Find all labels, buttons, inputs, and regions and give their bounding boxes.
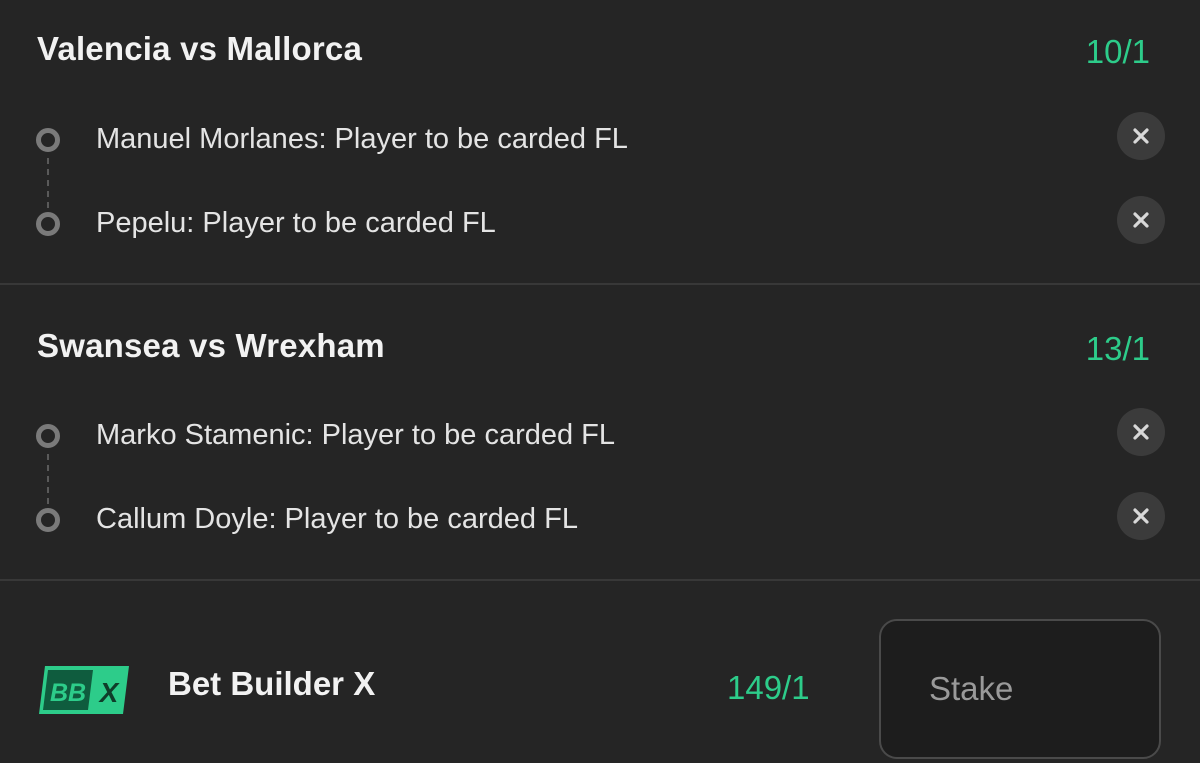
- close-icon: [1133, 212, 1149, 228]
- combined-odds: 149/1: [727, 669, 810, 706]
- close-icon: [1133, 128, 1149, 144]
- leg-dot-icon: [36, 424, 60, 448]
- leg-dot-icon: [36, 508, 60, 532]
- logo-text-bb: BB: [50, 679, 86, 707]
- bet-builder-title: Bet Builder X: [168, 665, 376, 702]
- close-icon: [1133, 508, 1149, 524]
- selection-item: Manuel Morlanes: Player to be carded FL: [0, 110, 1200, 170]
- logo-text-x: X: [98, 677, 121, 708]
- event-group-swansea-wrexham: Swansea vs Wrexham 13/1 Marko Stamenic: …: [0, 285, 1200, 579]
- event-title: Valencia vs Mallorca: [37, 30, 363, 67]
- event-odds: 13/1: [1085, 330, 1150, 367]
- leg-dot-icon: [36, 212, 60, 236]
- selection-label: Manuel Morlanes: Player to be carded FL: [96, 123, 628, 155]
- selection-item: Pepelu: Player to be carded FL: [0, 194, 1200, 254]
- remove-selection-button[interactable]: [1117, 408, 1165, 456]
- selection-item: Marko Stamenic: Player to be carded FL: [0, 406, 1200, 466]
- remove-selection-button[interactable]: [1117, 196, 1165, 244]
- bet-builder-x-logo: BB X: [39, 666, 129, 714]
- selection-label: Marko Stamenic: Player to be carded FL: [96, 419, 616, 451]
- stake-input[interactable]: [879, 619, 1161, 759]
- event-group-valencia-mallorca: Valencia vs Mallorca 10/1 Manuel Morlane…: [0, 0, 1200, 283]
- close-icon: [1133, 424, 1149, 440]
- selection-label: Callum Doyle: Player to be carded FL: [96, 503, 578, 535]
- event-title: Swansea vs Wrexham: [37, 327, 385, 364]
- leg-dot-icon: [36, 128, 60, 152]
- selection-label: Pepelu: Player to be carded FL: [96, 207, 496, 239]
- bet-slip: Valencia vs Mallorca 10/1 Manuel Morlane…: [0, 0, 1200, 763]
- selection-item: Callum Doyle: Player to be carded FL: [0, 490, 1200, 550]
- remove-selection-button[interactable]: [1117, 112, 1165, 160]
- event-odds: 10/1: [1085, 33, 1150, 70]
- bet-builder-footer: BB X Bet Builder X 149/1: [0, 581, 1200, 763]
- remove-selection-button[interactable]: [1117, 492, 1165, 540]
